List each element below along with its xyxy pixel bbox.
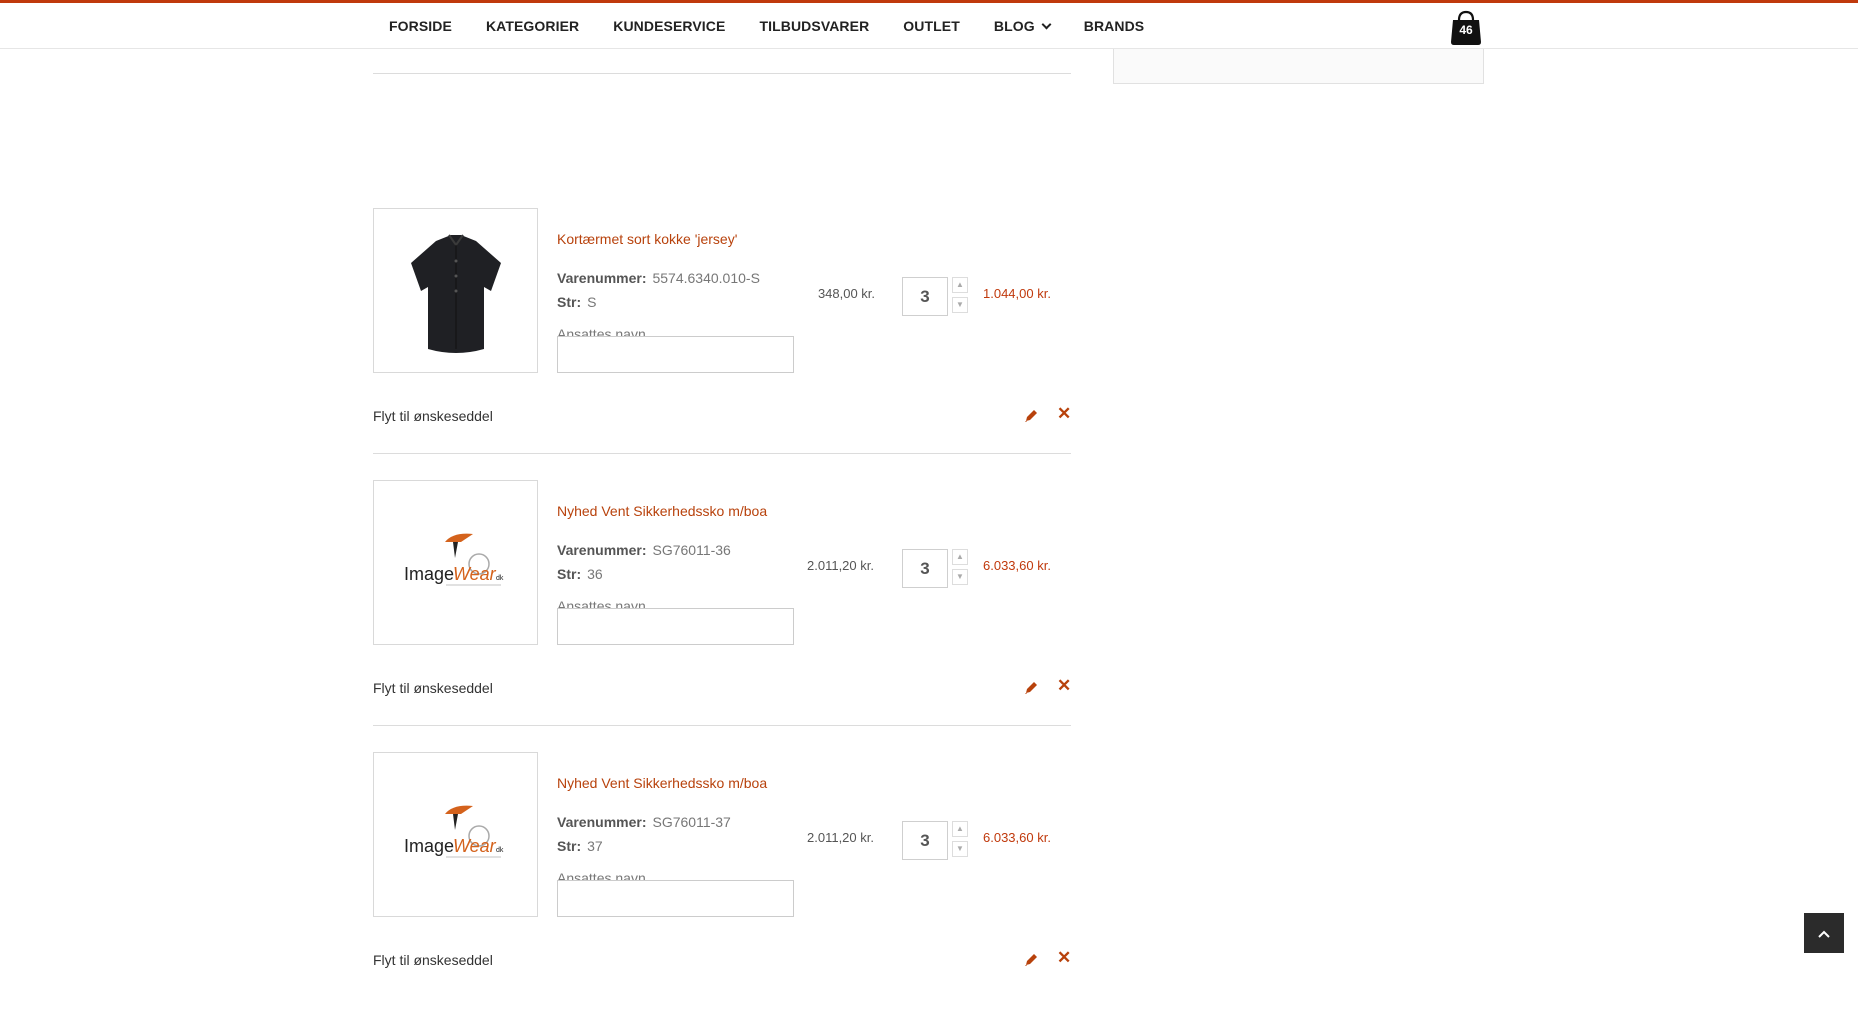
remove-icon[interactable]: ✕ [1057, 949, 1071, 967]
cart-item: Kortærmet sort kokke 'jersey' Varenummer… [373, 208, 1071, 480]
item-subtotal: 6.033,60 kr. [983, 558, 1051, 573]
logo-text-wear: Wear [453, 836, 497, 856]
sku-label: Varenummer: [557, 542, 647, 558]
quantity-decrease-button[interactable]: ▼ [952, 841, 968, 857]
sku-value: SG76011-37 [652, 814, 731, 830]
sku-row: Varenummer: SG76011-37 [557, 814, 731, 830]
logo-text-image: Image [404, 836, 454, 856]
sku-label: Varenummer: [557, 814, 647, 830]
remove-icon[interactable]: ✕ [1057, 405, 1071, 423]
cart-item: Image Wear dk Nyhed Vent Sikkerhedssko m… [373, 752, 1071, 1024]
size-value: 36 [587, 566, 603, 582]
sku-value: 5574.6340.010-S [652, 270, 760, 286]
nav-item-outlet[interactable]: OUTLET [886, 18, 977, 34]
item-divider [373, 73, 1071, 74]
size-row: Str: S [557, 294, 596, 310]
unit-price: 2.011,20 kr. [807, 830, 874, 845]
quantity-decrease-button[interactable]: ▼ [952, 297, 968, 313]
product-image[interactable]: Image Wear dk [373, 752, 538, 917]
top-navigation-bar: FORSIDE KATEGORIER KUNDESERVICE TILBUDSV… [0, 0, 1858, 49]
size-value: S [587, 294, 597, 310]
employee-name-input[interactable] [557, 336, 794, 373]
quantity-decrease-button[interactable]: ▼ [952, 569, 968, 585]
unit-price: 348,00 kr. [817, 286, 876, 301]
logo-text-image: Image [404, 564, 454, 584]
size-row: Str: 37 [557, 838, 603, 854]
chevron-up-icon [1818, 930, 1830, 938]
unit-price: 2.011,20 kr. [807, 558, 874, 573]
sku-value: SG76011-36 [652, 542, 731, 558]
nav-item-kundeservice[interactable]: KUNDESERVICE [596, 18, 742, 34]
logo-text-suffix: dk [496, 847, 504, 854]
cart-count-badge: 46 [1459, 23, 1473, 37]
logo-text-wear: Wear [453, 564, 497, 584]
sku-row: Varenummer: SG76011-36 [557, 542, 731, 558]
nav-item-kategorier[interactable]: KATEGORIER [469, 18, 596, 34]
item-divider [373, 725, 1071, 726]
logo-text-suffix: dk [496, 575, 504, 582]
nav-item-forside[interactable]: FORSIDE [372, 18, 469, 34]
move-to-wishlist-link[interactable]: Flyt til ønskeseddel [373, 952, 493, 968]
product-image[interactable] [373, 208, 538, 373]
main-menu: FORSIDE KATEGORIER KUNDESERVICE TILBUDSV… [372, 3, 1161, 49]
item-subtotal: 6.033,60 kr. [983, 830, 1051, 845]
product-name-link[interactable]: Nyhed Vent Sikkerhedssko m/boa [557, 503, 767, 519]
employee-name-input[interactable] [557, 608, 794, 645]
move-to-wishlist-link[interactable]: Flyt til ønskeseddel [373, 408, 493, 424]
quantity-increase-button[interactable]: ▲ [952, 821, 968, 837]
cart-button[interactable]: 46 [1448, 10, 1484, 46]
move-to-wishlist-link[interactable]: Flyt til ønskeseddel [373, 680, 493, 696]
size-label: Str: [557, 566, 582, 582]
black-shirt-image [410, 233, 501, 353]
sku-label: Varenummer: [557, 270, 647, 286]
edit-icon[interactable] [1023, 680, 1039, 696]
nav-item-tilbudsvarer[interactable]: TILBUDSVARER [742, 18, 886, 34]
imagewear-logo-image: Image Wear dk [404, 533, 504, 585]
item-divider [373, 453, 1071, 454]
edit-icon[interactable] [1023, 952, 1039, 968]
quantity-input[interactable]: 3 [902, 821, 948, 860]
scroll-to-top-button[interactable] [1804, 913, 1844, 953]
cart-item: Image Wear dk Nyhed Vent Sikkerhedssko m… [373, 480, 1071, 752]
nav-item-blog[interactable]: BLOG [977, 18, 1067, 34]
product-image[interactable]: Image Wear dk [373, 480, 538, 645]
item-subtotal: 1.044,00 kr. [983, 286, 1051, 301]
size-label: Str: [557, 294, 582, 310]
edit-icon[interactable] [1023, 408, 1039, 424]
quantity-input[interactable]: 3 [902, 549, 948, 588]
employee-name-input[interactable] [557, 880, 794, 917]
nav-item-brands[interactable]: BRANDS [1067, 18, 1162, 34]
quantity-input[interactable]: 3 [902, 277, 948, 316]
sku-row: Varenummer: 5574.6340.010-S [557, 270, 760, 286]
remove-icon[interactable]: ✕ [1057, 677, 1071, 695]
size-value: 37 [587, 838, 603, 854]
imagewear-logo-image: Image Wear dk [404, 805, 504, 857]
product-name-link[interactable]: Nyhed Vent Sikkerhedssko m/boa [557, 775, 767, 791]
size-label: Str: [557, 838, 582, 854]
product-name-link[interactable]: Kortærmet sort kokke 'jersey' [557, 231, 737, 247]
quantity-increase-button[interactable]: ▲ [952, 549, 968, 565]
size-row: Str: 36 [557, 566, 603, 582]
quantity-increase-button[interactable]: ▲ [952, 277, 968, 293]
